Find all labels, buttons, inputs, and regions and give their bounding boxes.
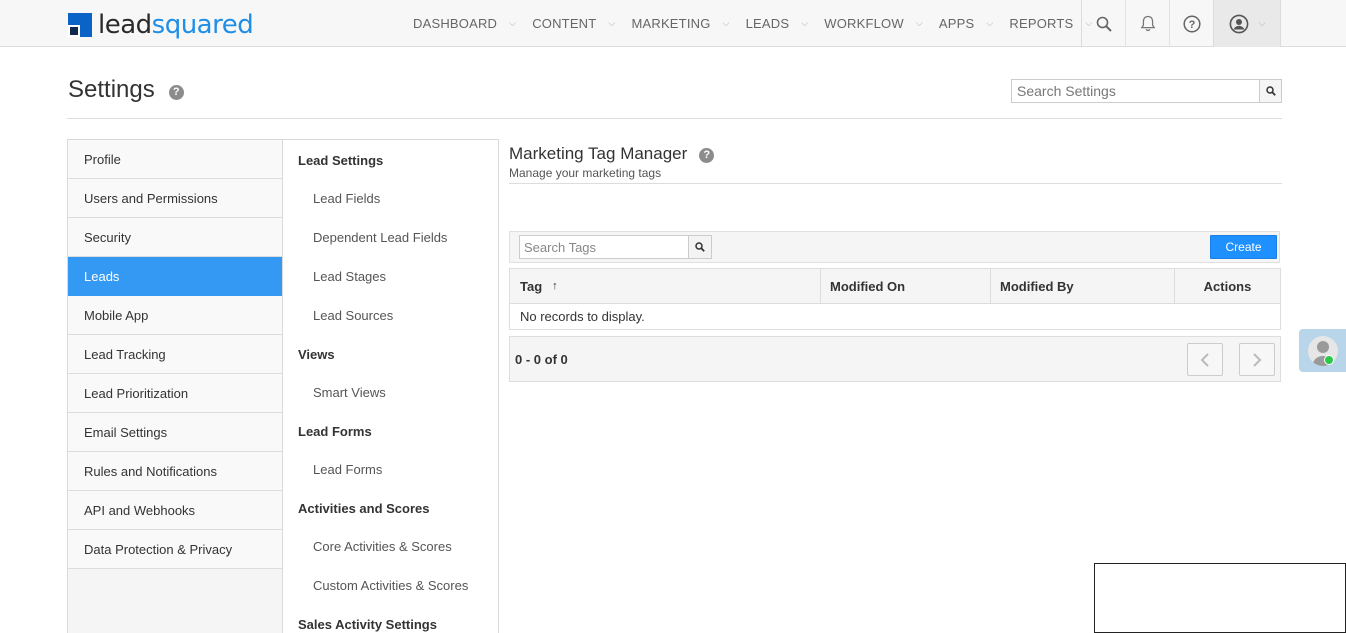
sidebar-item-data-protection[interactable]: Data Protection & Privacy — [68, 530, 282, 569]
help-icon[interactable]: ? — [1169, 0, 1213, 47]
tag-toolbar: Create — [509, 231, 1280, 263]
settings-sidebar: Profile Users and Permissions Security L… — [67, 139, 283, 633]
divider — [67, 118, 1282, 119]
chevron-right-icon — [1253, 352, 1262, 367]
help-icon[interactable]: ? — [699, 148, 715, 163]
settings-search-input[interactable] — [1012, 80, 1259, 102]
sidebar-item-profile[interactable]: Profile — [68, 140, 282, 179]
sidebar-item-lead-prioritization[interactable]: Lead Prioritization — [68, 374, 282, 413]
chevron-down-icon: ⌵ — [915, 18, 923, 28]
submenu-link-dependent-lead-fields[interactable]: Dependent Lead Fields — [313, 230, 447, 245]
main-subtitle: Manage your marketing tags — [509, 166, 662, 180]
empty-message: No records to display. — [520, 309, 645, 324]
submenu-link-lead-fields[interactable]: Lead Fields — [313, 191, 380, 206]
tags-table: Tag ↑ Modified On Modified By Actions No … — [509, 268, 1281, 330]
chevron-down-icon: ⌵ — [608, 18, 616, 28]
chevron-down-icon: ⌵ — [1258, 18, 1266, 28]
submenu-link-lead-sources[interactable]: Lead Sources — [313, 308, 393, 323]
leads-submenu: Lead Settings Lead Fields Dependent Lead… — [283, 139, 499, 633]
submenu-link-lead-stages[interactable]: Lead Stages — [313, 269, 386, 284]
nav-workflow[interactable]: WORKFLOW ⌵ — [816, 0, 931, 47]
search-icon[interactable] — [1259, 80, 1281, 102]
help-icon[interactable]: ? — [168, 84, 184, 100]
sidebar-item-rules-notifications[interactable]: Rules and Notifications — [68, 452, 282, 491]
blank-panel — [1094, 563, 1346, 633]
submenu-section-title: Lead Forms — [298, 424, 372, 439]
search-icon[interactable] — [1081, 0, 1125, 47]
nav-dashboard[interactable]: DASHBOARD ⌵ — [405, 0, 524, 47]
logo-text: leadsquared — [98, 10, 254, 40]
svg-text:?: ? — [1188, 19, 1195, 31]
submenu-link-custom-activities[interactable]: Custom Activities & Scores — [313, 578, 468, 593]
main-title: Marketing Tag Manager ? — [509, 144, 715, 164]
divider — [509, 183, 1282, 184]
sidebar-item-api-webhooks[interactable]: API and Webhooks — [68, 491, 282, 530]
prev-page-button[interactable] — [1187, 343, 1223, 376]
submenu-section-title: Activities and Scores — [298, 501, 430, 516]
submenu-section-title: Sales Activity Settings — [298, 617, 437, 632]
submenu-link-core-activities[interactable]: Core Activities & Scores — [313, 539, 452, 554]
settings-search — [1011, 79, 1282, 103]
chevron-down-icon: ⌵ — [722, 18, 730, 28]
chat-widget[interactable] — [1299, 329, 1346, 372]
chevron-down-icon: ⌵ — [509, 18, 517, 28]
user-icon — [1229, 14, 1248, 33]
chevron-down-icon: ⌵ — [801, 18, 809, 28]
logo-mark-icon — [68, 13, 92, 37]
tag-search — [519, 235, 712, 259]
column-header-tag[interactable]: Tag ↑ — [510, 269, 821, 303]
search-icon[interactable] — [688, 236, 711, 258]
submenu-link-lead-forms[interactable]: Lead Forms — [313, 462, 382, 477]
sidebar-item-leads[interactable]: Leads — [68, 257, 282, 296]
next-page-button[interactable] — [1239, 343, 1275, 376]
sidebar-item-mobile-app[interactable]: Mobile App — [68, 296, 282, 335]
sort-ascending-icon[interactable]: ↑ — [552, 280, 558, 292]
page-title: Settings ? — [68, 76, 184, 104]
pagination-info: 0 - 0 of 0 — [515, 352, 568, 367]
sidebar-item-users-permissions[interactable]: Users and Permissions — [68, 179, 282, 218]
column-header-modified-on[interactable]: Modified On — [821, 269, 991, 303]
submenu-section-title: Views — [298, 347, 335, 362]
leadsquared-logo[interactable]: leadsquared — [68, 10, 254, 40]
sidebar-item-lead-tracking[interactable]: Lead Tracking — [68, 335, 282, 374]
top-navbar: leadsquared DASHBOARD ⌵ CONTENT ⌵ MARKETIN… — [0, 0, 1346, 47]
user-menu[interactable]: ⌵ — [1213, 0, 1281, 47]
online-status-badge — [1324, 355, 1334, 365]
nav-content[interactable]: CONTENT ⌵ — [524, 0, 623, 47]
tag-search-input[interactable] — [520, 236, 688, 258]
nav-apps[interactable]: APPS ⌵ — [931, 0, 1002, 47]
bell-icon[interactable] — [1125, 0, 1169, 47]
main-nav: DASHBOARD ⌵ CONTENT ⌵ MARKETING ⌵ LEADS ⌵ WO… — [405, 0, 1100, 47]
submenu-link-smart-views[interactable]: Smart Views — [313, 385, 386, 400]
column-header-modified-by[interactable]: Modified By — [991, 269, 1175, 303]
nav-marketing[interactable]: MARKETING ⌵ — [623, 0, 737, 47]
column-header-actions: Actions — [1203, 278, 1252, 294]
chevron-down-icon: ⌵ — [986, 18, 994, 28]
sidebar-item-security[interactable]: Security — [68, 218, 282, 257]
sidebar-item-email-settings[interactable]: Email Settings — [68, 413, 282, 452]
pagination: 0 - 0 of 0 — [509, 336, 1281, 382]
submenu-section-title: Lead Settings — [298, 153, 384, 168]
nav-leads[interactable]: LEADS ⌵ — [738, 0, 817, 47]
chevron-left-icon — [1200, 352, 1209, 367]
nav-icon-group: ? ⌵ — [1081, 0, 1281, 47]
table-header: Tag ↑ Modified On Modified By Actions — [510, 269, 1280, 304]
create-button[interactable]: Create — [1210, 235, 1277, 259]
